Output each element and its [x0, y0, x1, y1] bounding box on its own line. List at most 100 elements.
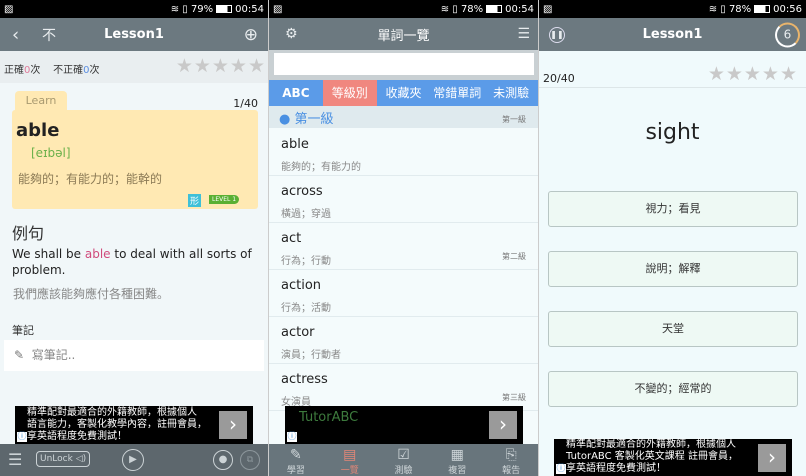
answer-option[interactable]: 視力；看見 [548, 191, 798, 227]
nav-report[interactable]: ⎘ 報告 [484, 444, 538, 476]
clock: 00:54 [505, 3, 534, 15]
menu-icon[interactable]: ☰ [517, 26, 530, 42]
group-tag: 第一級 [502, 115, 526, 124]
bottom-toolbar: ☰ UnLock ◁) ▶ ● ⧉ [0, 444, 268, 476]
wifi-icon: ≋ ▯ [170, 3, 188, 15]
example-heading: 例句 [12, 224, 45, 243]
add-icon[interactable]: ⊕ [244, 25, 258, 45]
list-item[interactable]: able 能夠的；有能力的 [269, 129, 538, 176]
bottom-nav: ✎ 學習 ▤ 一覽 ☑ 測驗 ▦ 複習 ⎘ 報告 [269, 444, 538, 476]
ad-arrow-icon[interactable]: › [219, 411, 247, 439]
tab-mistakes[interactable]: 常錯單詞 [430, 80, 484, 106]
quiz-counter: 20/40 [543, 72, 575, 85]
page-title: Lesson1 [104, 27, 164, 42]
speaker-icon: ◁) [75, 454, 87, 464]
group-dot-icon: ● [279, 112, 291, 127]
level-tag: 第二級 [502, 252, 526, 261]
back-icon[interactable]: ‹ [12, 24, 19, 45]
ad-banner[interactable]: 精準配對最適合的外籍教師，根據個人 TutorABC 客製化英文課程 註冊會員，享… [554, 439, 792, 476]
nav-label: 複習 [448, 466, 467, 476]
unlock-label: UnLock [40, 454, 73, 464]
settings-sliders-icon[interactable]: ☰ [8, 450, 22, 469]
review-card-icon: ▦ [450, 447, 464, 463]
clipboard-check-icon: ☑ [397, 447, 410, 463]
ad-info-icon[interactable]: ⓘ [287, 432, 297, 442]
countdown-timer: 6 [775, 22, 800, 47]
gear-icon[interactable]: ⚙ [285, 26, 298, 42]
tab-favorites[interactable]: 收藏夾 [377, 80, 431, 106]
screen-learn: ▨ ≋ ▯ 79% 00:54 ‹ 不 Lesson1 ⊕ 正確0次 不正確0次 ★… [0, 0, 268, 476]
meaning: 能夠的；有能力的 [281, 162, 361, 173]
play-icon[interactable]: ▶ [122, 449, 144, 471]
list-item[interactable]: action 行為；活動 [269, 270, 538, 317]
screen-quiz: ▨ ≋ ▯ 78% 00:56 ❚❚ Lesson1 6 20/40 ★★★★★ s… [538, 0, 806, 476]
ad-arrow-icon[interactable]: › [489, 411, 517, 439]
list-item[interactable]: across 橫過；穿過 [269, 176, 538, 223]
edit-icon: ✎ [290, 447, 302, 463]
ad-banner[interactable]: 精準配對最適合的外籍教師，根據個人 語言能力，客製化教學內容，註冊會員， 享英語程度… [15, 406, 253, 444]
correct-label: 正確 [4, 65, 24, 76]
quiz-word: sight [645, 120, 700, 145]
clock: 00:54 [235, 3, 264, 15]
group-header: ● 第一級 第一級 [269, 106, 538, 128]
incorrect-suffix: 次 [89, 65, 100, 76]
status-bar: ▨ ≋ ▯ 78% 00:56 [539, 0, 806, 18]
answer-option[interactable]: 不變的；經常的 [548, 371, 798, 407]
unlock-sound-button[interactable]: UnLock ◁) [36, 451, 91, 467]
header: ‹ 不 Lesson1 ⊕ [0, 18, 268, 51]
sentence-highlight: able [84, 247, 111, 261]
search-bar [269, 50, 538, 80]
header: ⚙ 單詞一覽 ☰ [269, 18, 538, 50]
copy-icon[interactable]: ⧉ [240, 450, 260, 470]
tab-level[interactable]: 等級別 [322, 80, 377, 106]
rating-stars[interactable]: ★★★★★ [708, 63, 798, 85]
gallery-icon: ▨ [543, 3, 553, 15]
meaning: 行為；行動 [281, 256, 331, 267]
incorrect-label: 不正確 [53, 65, 84, 76]
phonetic: [eɪbəl] [31, 146, 71, 160]
ad-info-icon[interactable]: ⓘ [17, 432, 27, 442]
word: able [281, 137, 309, 152]
pause-icon[interactable]: ❚❚ [549, 26, 565, 43]
list-item[interactable]: actor 演員；行動者 [269, 317, 538, 364]
group-title: 第一級 [294, 112, 334, 127]
list-item[interactable]: act 行為；行動 第二級 [269, 223, 538, 270]
nav-quiz[interactable]: ☑ 測驗 [377, 444, 431, 476]
battery-level: 78% [728, 3, 752, 15]
ad-arrow-icon[interactable]: › [758, 444, 786, 472]
meaning: 能夠的；有能力的；能幹的 [18, 172, 163, 186]
nav-label: 一覽 [340, 466, 359, 476]
tab-untested[interactable]: 未測驗 [484, 80, 538, 106]
page-title: Lesson1 [642, 27, 703, 42]
notes-heading: 筆記 [12, 324, 34, 337]
nav-review[interactable]: ▦ 複習 [430, 444, 484, 476]
search-input[interactable] [274, 53, 534, 75]
ad-line: 精準配對最適合的外籍教師，根據個人 [566, 439, 736, 450]
ad-line: 享英語程度免費測試！ [27, 431, 127, 442]
ad-banner[interactable]: TutorABC ⓘ › [285, 406, 523, 444]
answer-option[interactable]: 天堂 [548, 311, 798, 347]
card-counter: 1/40 [233, 97, 258, 110]
gallery-icon: ▨ [4, 3, 14, 15]
battery-icon [754, 5, 771, 13]
list-item[interactable]: actress 女演員 第三級 [269, 364, 538, 411]
answer-option[interactable]: 說明；解釋 [548, 251, 798, 287]
nav-label: 學習 [286, 466, 305, 476]
word: across [281, 184, 323, 199]
ad-info-icon[interactable]: ⓘ [556, 464, 566, 474]
record-icon[interactable]: ● [213, 450, 233, 470]
nav-list[interactable]: ▤ 一覽 [323, 444, 377, 476]
learn-tab[interactable]: Learn [15, 91, 67, 111]
ad-text: TutorABC [299, 410, 359, 425]
note-input[interactable]: ✎ 寫筆記.. [4, 340, 264, 371]
gallery-icon: ▨ [273, 3, 283, 15]
nav-study[interactable]: ✎ 學習 [269, 444, 323, 476]
battery-icon [216, 5, 233, 13]
character-icon[interactable]: 不 [42, 25, 56, 45]
wifi-icon: ≋ ▯ [708, 3, 726, 15]
list-icon: ▤ [343, 447, 357, 463]
rating-stars[interactable]: ★★★★★ [176, 55, 266, 77]
tab-abc[interactable]: ABC [269, 80, 323, 106]
stats-row: 正確0次 不正確0次 ★★★★★ [0, 51, 268, 83]
word: able [16, 120, 60, 141]
